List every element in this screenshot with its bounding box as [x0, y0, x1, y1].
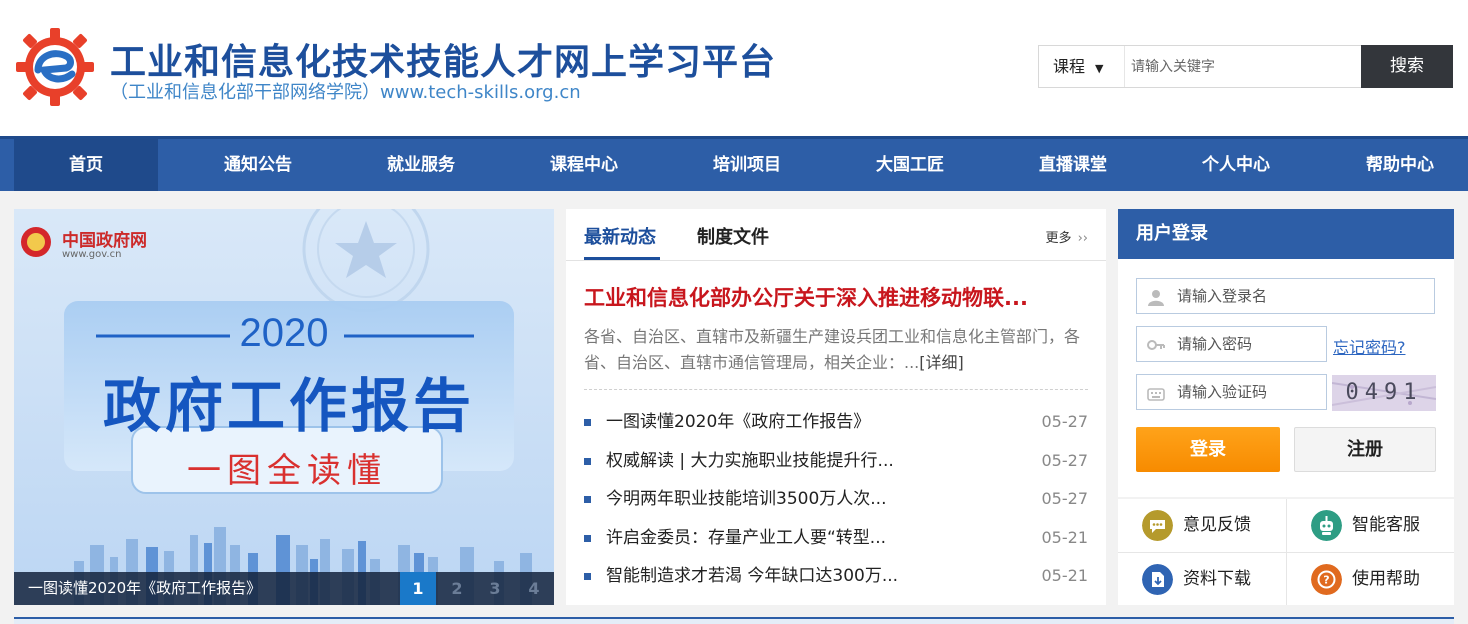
- nav-item-employment[interactable]: 就业服务: [340, 139, 502, 191]
- quick-link-help[interactable]: ? 使用帮助: [1287, 553, 1455, 606]
- news-headline[interactable]: 工业和信息化部办公厅关于深入推进移动物联...: [584, 282, 1090, 312]
- nav-item-training[interactable]: 培训项目: [666, 139, 828, 191]
- captcha-image[interactable]: 0491: [1332, 375, 1436, 411]
- active-tab-indicator: [584, 257, 660, 260]
- news-tabs: 最新动态 制度文件 更多 ››: [566, 209, 1106, 261]
- news-item-date: 05-27: [1041, 412, 1089, 431]
- news-item-date: 05-21: [1041, 527, 1089, 547]
- captcha-input[interactable]: [1177, 375, 1322, 409]
- password-field[interactable]: [1136, 326, 1327, 362]
- login-title: 用户登录: [1136, 223, 1208, 244]
- square-bullet-icon: [584, 496, 591, 503]
- next-section-edge: [14, 617, 1454, 624]
- banner-page-4[interactable]: 4: [516, 572, 552, 605]
- password-input[interactable]: [1177, 327, 1322, 361]
- quick-link-label: 使用帮助: [1352, 569, 1420, 589]
- more-label: 更多: [1045, 231, 1072, 246]
- news-list-item[interactable]: 一图读懂2020年《政府工作报告》 05-27: [584, 403, 1088, 442]
- robot-icon: [1311, 510, 1342, 541]
- news-item-title: 权威解读 | 大力实施职业技能提升行...: [606, 450, 894, 471]
- username-field[interactable]: [1136, 278, 1435, 314]
- forgot-password-link[interactable]: 忘记密码?: [1333, 334, 1406, 358]
- news-list-item[interactable]: 智能制造求才若渴 今年缺口达300万... 05-21: [584, 557, 1088, 596]
- news-list-item[interactable]: 权威解读 | 大力实施职业技能提升行... 05-27: [584, 442, 1088, 481]
- site-subtitle: （工业和信息化部干部网络学院）www.tech-skills.org.cn: [110, 82, 581, 103]
- news-item-date: 05-21: [1041, 566, 1089, 585]
- quick-link-feedback[interactable]: 意见反馈: [1118, 499, 1286, 552]
- keyboard-icon: [1147, 388, 1165, 401]
- help-icon: ?: [1311, 564, 1342, 595]
- search-bar: 课程 ▼ 搜索: [1038, 45, 1453, 88]
- quick-link-label: 资料下载: [1183, 569, 1251, 589]
- captcha-text: 0491: [1345, 380, 1423, 405]
- news-item-title: 许启金委员：存量产业工人要“转型...: [606, 527, 887, 548]
- nav-item-live[interactable]: 直播课堂: [992, 139, 1154, 191]
- banner-source-name: 中国政府网: [62, 231, 147, 251]
- nav-item-courses[interactable]: 课程中心: [503, 139, 665, 191]
- user-icon: [1148, 290, 1164, 306]
- quick-link-label: 智能客服: [1352, 515, 1420, 535]
- divider: [584, 389, 1088, 390]
- news-item-date: 05-27: [1041, 489, 1089, 508]
- banner-headline: 政府工作报告: [102, 372, 475, 440]
- more-link[interactable]: 更多 ››: [1045, 227, 1088, 246]
- quick-link-smart-service[interactable]: 智能客服: [1287, 499, 1455, 552]
- register-button[interactable]: 注册: [1294, 427, 1436, 472]
- nav-item-notices[interactable]: 通知公告: [177, 139, 339, 191]
- search-input[interactable]: [1125, 46, 1362, 87]
- captcha-field[interactable]: [1136, 374, 1327, 410]
- news-summary: 各省、自治区、直辖市及新疆生产建设兵团工业和信息化主管部门，各省、自治区、直辖市…: [584, 324, 1090, 376]
- feedback-icon: [1142, 510, 1173, 541]
- news-panel: 最新动态 制度文件 更多 ›› 工业和信息化部办公厅关于深入推进移动物联... …: [566, 209, 1106, 605]
- search-button[interactable]: 搜索: [1361, 45, 1453, 88]
- svg-text:?: ?: [1323, 574, 1329, 587]
- news-list-item[interactable]: 许启金委员：存量产业工人要“转型... 05-21: [584, 519, 1088, 558]
- nav-item-help[interactable]: 帮助中心: [1318, 139, 1468, 191]
- site-header: 工业和信息化技术技能人才网上学习平台 （工业和信息化部干部网络学院）www.te…: [0, 0, 1468, 136]
- download-icon: [1142, 564, 1173, 595]
- username-input[interactable]: [1177, 279, 1430, 313]
- banner-page-2[interactable]: 2: [439, 572, 475, 605]
- banner-source-url: www.gov.cn: [62, 249, 122, 260]
- search-type-label: 课程: [1053, 57, 1086, 76]
- news-list-item[interactable]: 今明两年职业技能培训3500万人次... 05-27: [584, 480, 1088, 519]
- banner-page-3[interactable]: 3: [477, 572, 513, 605]
- tab-policy-documents[interactable]: 制度文件: [697, 223, 769, 249]
- news-item-title: 智能制造求才若渴 今年缺口达300万...: [606, 566, 899, 586]
- banner-carousel[interactable]: 中国政府网 www.gov.cn 2020 政府工作报告 一图全读懂 一图读懂2…: [14, 209, 554, 605]
- news-item-date: 05-27: [1041, 450, 1089, 470]
- banner-page-1[interactable]: 1: [400, 572, 436, 605]
- square-bullet-icon: [584, 573, 591, 580]
- nav-item-personal[interactable]: 个人中心: [1155, 139, 1317, 191]
- square-bullet-icon: [584, 457, 591, 465]
- gear-e-logo-icon[interactable]: [14, 26, 96, 108]
- login-button[interactable]: 登录: [1136, 427, 1280, 472]
- search-type-select[interactable]: 课程 ▼: [1039, 46, 1125, 87]
- news-list: 一图读懂2020年《政府工作报告》 05-27 权威解读 | 大力实施职业技能提…: [584, 403, 1088, 596]
- banner-caption-bar: 一图读懂2020年《政府工作报告》 1 2 3 4: [14, 572, 554, 605]
- square-bullet-icon: [584, 534, 591, 542]
- news-item-title: 一图读懂2020年《政府工作报告》: [606, 412, 871, 432]
- quick-link-label: 意见反馈: [1183, 515, 1251, 535]
- nav-item-craftsmen[interactable]: 大国工匠: [829, 139, 991, 191]
- news-item-title: 今明两年职业技能培训3500万人次...: [606, 489, 887, 509]
- banner-year: 2020: [239, 311, 329, 355]
- login-panel: 用户登录 忘记密码? 0491 登录: [1118, 209, 1454, 497]
- detail-link[interactable]: [详细]: [919, 353, 964, 372]
- main-nav: 首页 通知公告 就业服务 课程中心 培训项目 大国工匠 直播课堂 个人中心 帮助…: [0, 136, 1468, 191]
- nav-item-home[interactable]: 首页: [14, 139, 158, 191]
- news-summary-text: 各省、自治区、直辖市及新疆生产建设兵团工业和信息化主管部门，各省、自治区、直辖市…: [584, 327, 1081, 372]
- double-chevron-right-icon: ››: [1073, 231, 1088, 246]
- banner-caption[interactable]: 一图读懂2020年《政府工作报告》: [28, 572, 261, 605]
- caret-down-icon: ▼: [1095, 62, 1104, 75]
- key-icon: [1147, 340, 1165, 350]
- login-header: 用户登录: [1118, 209, 1454, 259]
- square-bullet-icon: [584, 419, 591, 426]
- quick-link-downloads[interactable]: 资料下载: [1118, 553, 1286, 606]
- quick-links: 意见反馈 智能客服 资料下载 ? 使用帮助: [1118, 499, 1454, 605]
- banner-subheadline: 一图全读懂: [187, 451, 387, 491]
- tab-latest-news[interactable]: 最新动态: [584, 223, 656, 249]
